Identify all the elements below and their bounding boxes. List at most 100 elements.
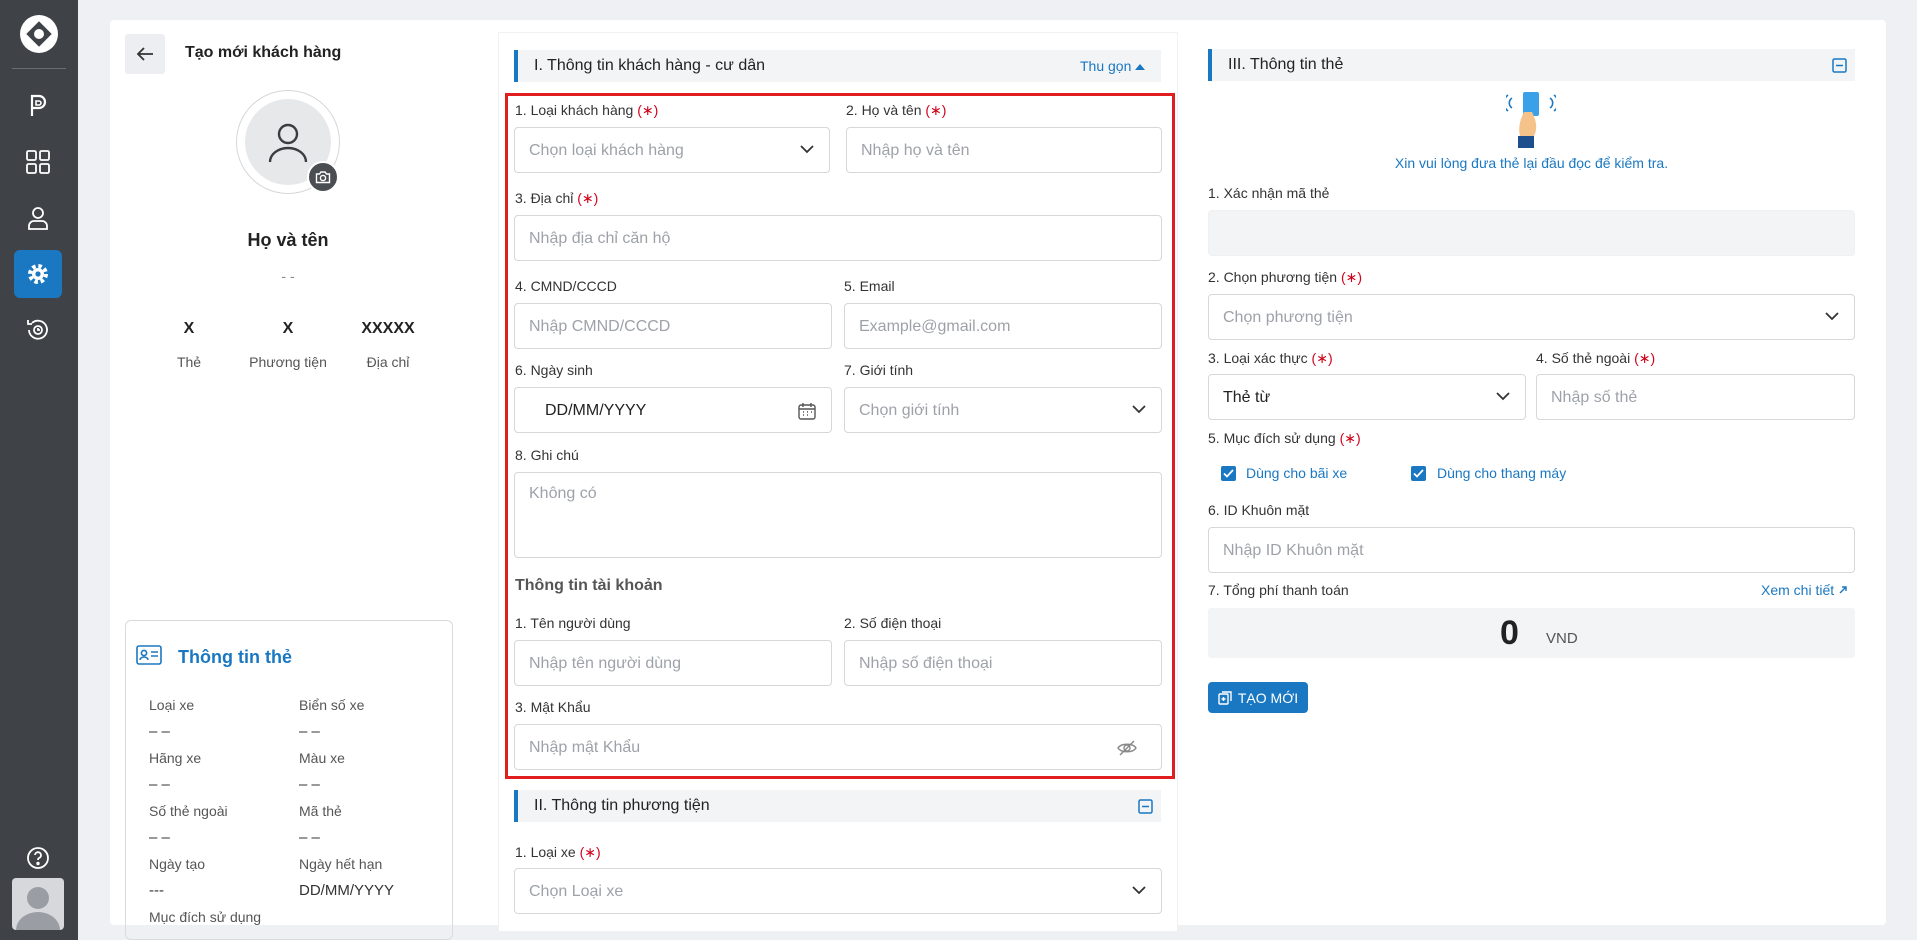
vehicle-type-label: 1. Loại xe (∗) (515, 844, 601, 861)
ci-purpose: Mục đích sử dụng (149, 909, 261, 925)
vehicle-type-select[interactable]: Chọn Loại xe (514, 868, 1162, 914)
vehicle-choice-select[interactable]: Chọn phương tiện (1208, 294, 1855, 340)
grid-icon[interactable] (14, 138, 62, 186)
history-icon[interactable] (14, 306, 62, 354)
stat-cards: X Thẻ (139, 320, 239, 370)
app-logo-icon[interactable] (19, 14, 59, 54)
arrow-left-icon (136, 47, 153, 61)
placeholder: Không có (529, 485, 597, 502)
view-details-link[interactable]: Xem chi tiết (1761, 582, 1848, 598)
parking-option-label[interactable]: Dùng cho bãi xe (1246, 465, 1347, 481)
address-label: 3. Địa chỉ (∗) (515, 190, 598, 207)
password-input[interactable]: Nhập mật Khẩu (514, 724, 1162, 770)
username-label: 1. Tên người dùng (515, 615, 631, 631)
placeholder: Nhập tên người dùng (529, 655, 681, 672)
collapse-link[interactable]: Thu gọn (1080, 58, 1146, 74)
stat-label: Địa chỉ (366, 354, 410, 370)
address-input[interactable]: Nhập địa chỉ căn hộ (514, 215, 1162, 261)
note-textarea[interactable]: Không có (514, 472, 1162, 558)
field-label: Loại xe (149, 697, 195, 713)
email-input[interactable]: Example@gmail.com (844, 303, 1162, 349)
account-avatar[interactable] (12, 878, 64, 930)
gender-select[interactable]: Chọn giới tính (844, 387, 1162, 433)
eye-off-icon[interactable] (1117, 738, 1137, 758)
page-title: Tạo mới khách hàng (185, 44, 342, 61)
collapse-icon[interactable] (1138, 799, 1153, 814)
email-label: 5. Email (844, 278, 895, 294)
label-text: 1. Loại khách hàng (515, 102, 634, 118)
placeholder: Nhập số thẻ (1551, 389, 1638, 406)
stat-address: XXXXX Địa chỉ (338, 320, 438, 370)
external-card-input[interactable]: Nhập số thẻ (1536, 374, 1855, 420)
placeholder: Nhập họ và tên (861, 142, 970, 159)
create-label: TẠO MỚI (1237, 689, 1299, 706)
label-text: 3. Loại xác thực (1208, 350, 1308, 366)
label-text: 2. Họ và tên (846, 102, 922, 118)
collapse-label: Thu gọn (1080, 58, 1132, 74)
ci-color: Màu xe – – (299, 750, 345, 793)
username-input[interactable]: Nhập tên người dùng (514, 640, 832, 686)
calendar-icon[interactable] (797, 401, 817, 421)
id-card-icon (136, 645, 162, 669)
label-text: 5. Mục đích sử dụng (1208, 430, 1336, 446)
required-mark: (∗) (577, 190, 599, 206)
elevator-option-label[interactable]: Dùng cho thang máy (1437, 465, 1566, 481)
face-id-label: 6. ID Khuôn mặt (1208, 502, 1310, 518)
placeholder: Nhập CMND/CCCD (529, 318, 671, 335)
user-icon[interactable] (14, 194, 62, 242)
ci-external-no: Số thẻ ngoài – – (149, 803, 228, 846)
currency-unit: VND (1546, 630, 1578, 647)
section-title: II. Thông tin phương tiện (534, 797, 710, 814)
field-label: Mã thẻ (299, 803, 342, 819)
note-label: 8. Ghi chú (515, 447, 579, 463)
account-section-title: Thông tin tài khoản (515, 577, 663, 594)
phone-label: 2. Số điện thoại (844, 615, 942, 631)
customer-type-select[interactable]: Chọn loại khách hàng (514, 127, 830, 173)
field-value: – – (149, 723, 170, 740)
required-mark: (∗) (925, 102, 947, 118)
camera-upload-button[interactable] (307, 161, 339, 193)
check-icon (1223, 469, 1234, 478)
label-text: 4. Số thẻ ngoài (1536, 350, 1631, 366)
ci-brand: Hãng xe – – (149, 750, 201, 793)
elevator-checkbox[interactable] (1411, 466, 1426, 481)
birthdate-input[interactable]: DD/MM/YYYY (514, 387, 832, 433)
camera-icon (315, 171, 331, 184)
gear-icon[interactable] (14, 250, 62, 298)
chevron-down-icon (1132, 886, 1146, 895)
card-reader-hint: Xin vui lòng đưa thẻ lại đầu đọc để kiểm… (1394, 155, 1669, 171)
back-button[interactable] (125, 34, 165, 74)
placeholder: Nhập ID Khuôn mặt (1223, 542, 1364, 559)
field-label: Ngày hết hạn (299, 856, 383, 872)
stat-value: X (183, 320, 195, 337)
card-code-input[interactable] (1208, 210, 1855, 256)
placeholder: Chọn giới tính (859, 402, 960, 419)
add-card-icon (1218, 690, 1232, 705)
field-value: – – (149, 776, 170, 793)
parking-checkbox[interactable] (1221, 466, 1236, 481)
required-mark: (∗) (1634, 350, 1656, 366)
phone-input[interactable]: Nhập số điện thoại (844, 640, 1162, 686)
field-value: --- (149, 882, 164, 899)
password-label: 3. Mật Khẩu (515, 699, 591, 715)
help-icon[interactable] (14, 834, 62, 882)
collapse-icon[interactable] (1832, 58, 1847, 73)
customer-type-label: 1. Loại khách hàng (∗) (515, 102, 658, 119)
card-reader-icon (1503, 90, 1559, 156)
field-value: – – (299, 776, 320, 793)
id-number-input[interactable]: Nhập CMND/CCCD (514, 303, 832, 349)
parking-icon[interactable] (14, 82, 62, 130)
required-mark: (∗) (1339, 430, 1361, 446)
placeholder: Nhập mật Khẩu (529, 739, 641, 756)
placeholder: Chọn Loại xe (529, 883, 624, 900)
card-info-panel: Thông tin thẻ Loại xe – – Biển số xe – – H… (125, 620, 453, 940)
auth-type-select[interactable]: Thẻ từ (1208, 374, 1526, 420)
face-id-input[interactable]: Nhập ID Khuôn mặt (1208, 527, 1855, 573)
id-number-label: 4. CMND/CCCD (515, 278, 617, 294)
required-mark: (∗) (637, 102, 659, 118)
full-name-input[interactable]: Nhập họ và tên (846, 127, 1162, 173)
stat-vehicles: X Phương tiện (238, 320, 338, 370)
birthdate-label: 6. Ngày sinh (515, 362, 593, 378)
create-button[interactable]: TẠO MỚI (1208, 682, 1308, 713)
section-title: III. Thông tin thẻ (1228, 56, 1344, 73)
